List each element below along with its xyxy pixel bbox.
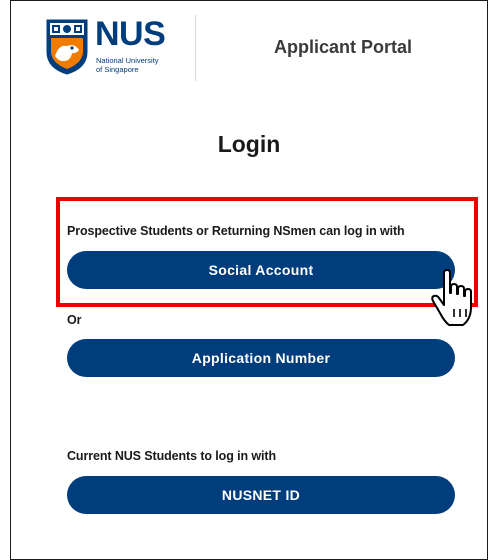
header-divider [195,15,196,81]
logo-wordmark: NUS [95,15,166,53]
prospective-students-label: Prospective Students or Returning NSmen … [67,224,405,238]
logo-subtitle: National University of Singapore [96,56,176,74]
hand-pointer-cursor-icon [431,269,472,326]
application-number-button[interactable]: Application Number [67,339,455,377]
social-account-button[interactable]: Social Account [67,251,455,289]
nusnet-id-button[interactable]: NUSNET ID [67,476,455,514]
login-page-frame: NUS National University of Singapore App… [10,0,488,560]
or-separator-label: Or [67,313,82,327]
current-students-label: Current NUS Students to log in with [67,449,276,463]
nus-crest-icon [46,19,88,75]
logo-subtitle-line1: National University [96,56,159,65]
portal-header: NUS National University of Singapore App… [11,1,487,91]
login-title: Login [217,131,281,157]
portal-title: Applicant Portal [273,37,412,57]
logo-subtitle-line2: of Singapore [96,65,139,74]
nus-logo[interactable]: NUS National University of Singapore [45,15,185,82]
